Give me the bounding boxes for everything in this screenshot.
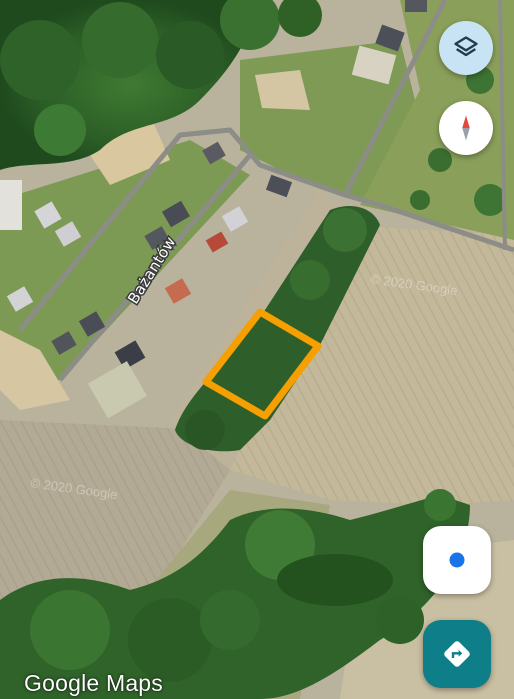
my-location-button[interactable]: [423, 526, 491, 594]
layers-button[interactable]: [439, 21, 493, 75]
tree-cluster: [82, 2, 158, 78]
tree-cluster: [30, 590, 110, 670]
house: [405, 0, 427, 12]
tree-cluster: [376, 596, 424, 644]
tree-cluster: [34, 104, 86, 156]
shrub: [474, 184, 506, 216]
directions-icon: [444, 641, 470, 667]
my-location-icon: [445, 548, 469, 572]
tree-cluster: [277, 554, 393, 606]
compass-icon: [462, 115, 470, 141]
house: [0, 180, 22, 230]
compass-button[interactable]: [439, 101, 493, 155]
tree-cluster: [0, 20, 80, 100]
tree-cluster: [200, 590, 260, 650]
tree-cluster: [156, 21, 224, 89]
directions-button[interactable]: [423, 620, 491, 688]
layers-icon: [454, 36, 478, 57]
tree-cluster: [290, 260, 330, 300]
tree-cluster: [424, 489, 456, 521]
shrub: [428, 148, 452, 172]
tree-cluster: [323, 208, 367, 252]
satellite-map[interactable]: © 2020 Google © 2020 Google Bażantów: [0, 0, 514, 699]
shrub: [410, 190, 430, 210]
google-maps-logo: Google Maps: [24, 670, 163, 696]
tree-cluster: [185, 410, 225, 450]
